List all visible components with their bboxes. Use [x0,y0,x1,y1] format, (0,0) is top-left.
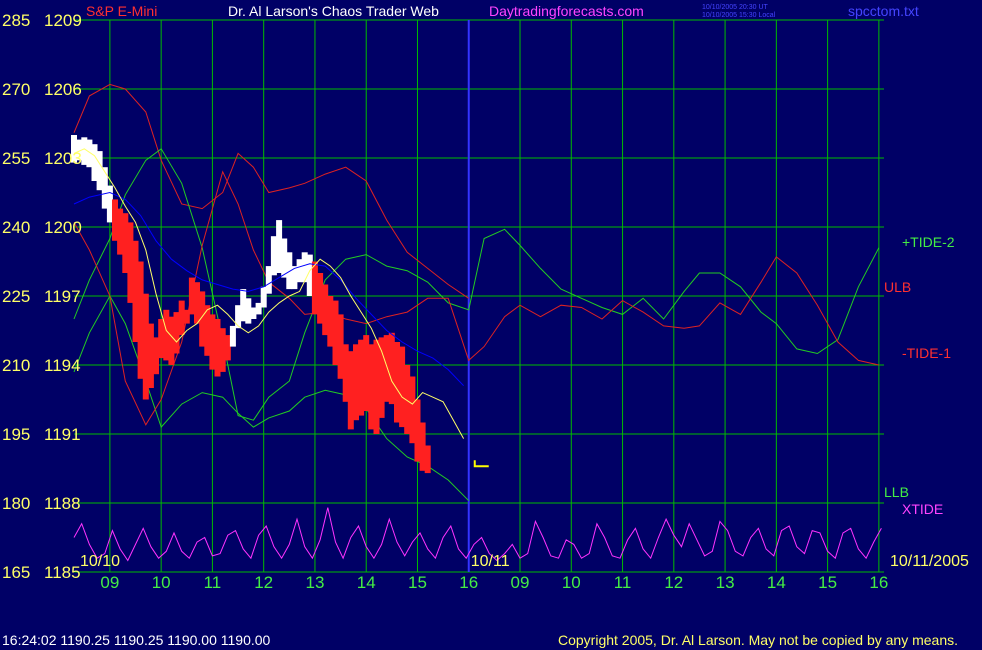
y-axis-tick-price: 1209 [44,11,82,30]
y-axis-tick-left: 210 [2,356,30,375]
date-label-start: 10/10 [80,553,120,570]
x-axis-tick: 14 [357,573,376,592]
y-axis-tick-price: 1194 [44,356,81,375]
x-axis-tick: 12 [254,573,273,592]
price-bar [117,208,124,255]
x-axis-tick: 10 [152,573,171,592]
x-axis-tick: 14 [767,573,786,592]
price-bar [347,351,354,430]
local-time: 10/10/2005 15:30 Local [702,12,776,19]
x-axis-tick: 13 [716,573,735,592]
utc-time: 10/10/2005 20:30 UT [702,4,768,11]
status-bar: 16:24:02 1190.25 1190.25 1190.00 1190.00… [0,632,982,650]
price-bar [250,307,257,319]
y-axis-tick-left: 240 [2,218,30,237]
y-axis-tick-left: 255 [2,149,30,168]
price-bar [327,296,334,347]
y-axis-tick-left: 165 [2,563,30,582]
source-file: spcctom.txt [848,3,919,19]
date-label-end: 10/11/2005 [890,553,969,570]
price-bar [214,319,221,377]
copyright-notice: Copyright 2005, Dr. Al Larson. May not b… [557,632,958,648]
chart-symbol: S&P E-Mini [86,3,157,19]
x-axis-tick: 16 [869,573,888,592]
y-axis-tick-price: 1206 [44,80,82,99]
series-label: XTIDE [902,501,943,517]
y-axis-tick-left: 285 [2,11,30,30]
price-bar [270,236,277,276]
price-bar [311,261,318,315]
y-axis-tick-price: 1188 [44,494,81,513]
x-axis-tick: 12 [664,573,683,592]
price-bar [153,337,159,375]
price-bar [137,261,144,379]
y-axis-tick-price: 1197 [44,287,81,306]
y-axis-tick-left: 270 [2,80,30,99]
y-axis-tick-price: 1203 [44,149,82,168]
y-axis-tick-price: 1200 [44,218,82,237]
price-bar [388,332,395,405]
chart-website: Daytradingforecasts.com [489,3,644,19]
price-readout: 16:24:02 1190.25 1190.25 1190.00 1190.00 [2,632,271,648]
series-label: -TIDE-1 [902,345,951,361]
x-axis-tick: 16 [459,573,478,592]
y-axis-tick-left: 180 [2,494,30,513]
y-axis-tick-price: 1191 [44,425,81,444]
price-bar [424,445,431,474]
series-label: +TIDE-2 [902,234,955,250]
price-bar [173,312,180,354]
price-bar [194,282,200,324]
price-bar [96,151,103,191]
x-axis-tick: 15 [408,573,427,592]
price-bar [368,344,375,430]
chart-title: Dr. Al Larson's Chaos Trader Web [228,3,439,19]
x-axis-tick: 09 [100,573,119,592]
y-axis-tick-left: 225 [2,287,30,306]
date-label-mid: 10/11 [471,553,510,570]
x-axis-tick: 11 [204,573,222,592]
x-axis-tick: 15 [818,573,837,592]
x-axis-tick: 09 [511,573,530,592]
y-axis-tick-left: 195 [2,425,30,444]
series-label: ULB [884,279,911,295]
chart: 165 1185 180 1188 195 1191 210 1194 225 1197 240 12… [0,0,982,650]
price-bar [229,325,236,347]
x-axis-tick: 13 [305,573,324,592]
x-axis-tick: 11 [614,573,632,592]
series-label: LLB [884,484,909,500]
y-axis-tick-price: 1185 [44,563,81,582]
x-axis-tick: 10 [562,573,581,592]
